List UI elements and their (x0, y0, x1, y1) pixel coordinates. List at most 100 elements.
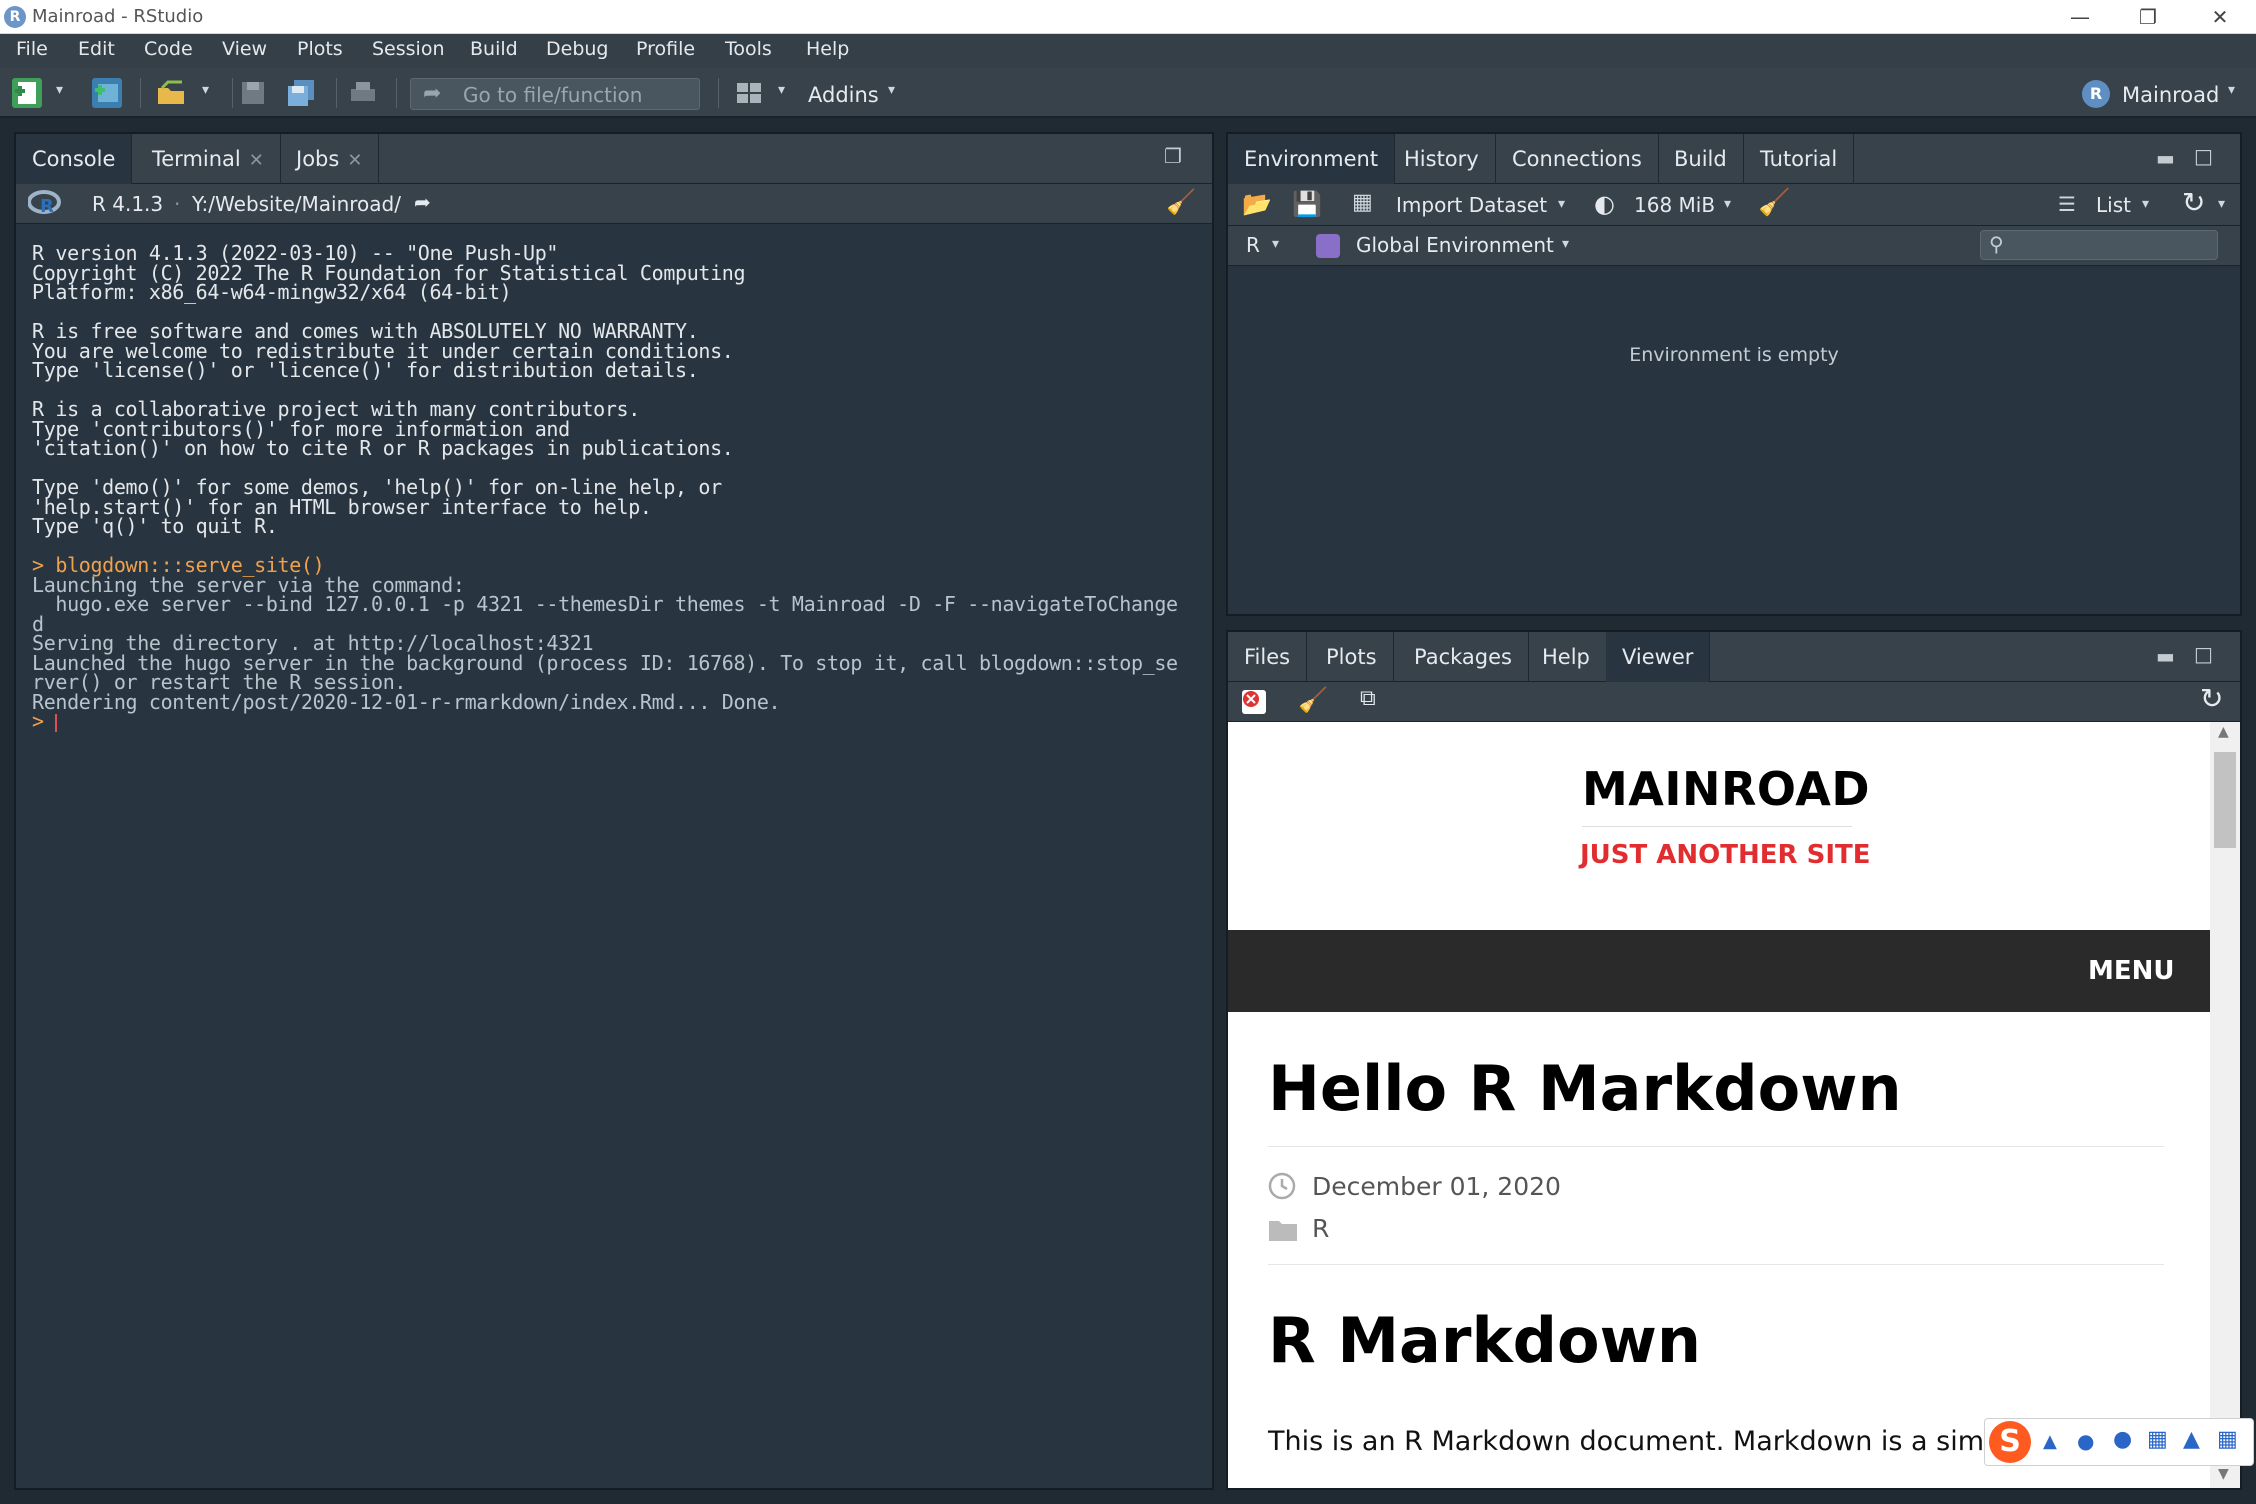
tab-jobs[interactable]: Jobs ✕ (280, 134, 380, 184)
tab-files[interactable]: Files (1228, 632, 1308, 682)
ime-lang-icon[interactable]: ▲ (2043, 1431, 2057, 1452)
minimize-button[interactable]: — (2050, 2, 2110, 32)
language-selector[interactable]: R (1246, 233, 1260, 257)
post-title: Hello R Markdown (1268, 1052, 1902, 1125)
console-output[interactable]: R version 4.1.3 (2022-03-10) -- "One Pus… (32, 243, 1232, 733)
menu-tools[interactable]: Tools (725, 38, 772, 60)
tab-viewer[interactable]: Viewer (1606, 632, 1711, 682)
menu-view[interactable]: View (222, 38, 267, 60)
list-view-toggle[interactable]: List (2096, 193, 2131, 217)
r-logo-icon: R (27, 190, 62, 217)
environment-search-input[interactable]: ⚲ (1980, 230, 2218, 260)
toolbar-separator (232, 78, 233, 108)
project-dropdown-icon[interactable]: ▾ (2228, 82, 2235, 98)
project-menu[interactable]: Mainroad (2122, 83, 2219, 107)
post-body-text: This is an R Markdown document. Markdown… (1268, 1426, 2026, 1457)
ime-logo-icon[interactable]: S (1989, 1421, 2031, 1463)
maximize-pane-icon[interactable]: □ (2194, 642, 2213, 666)
site-tagline: JUST ANOTHER SITE (1580, 840, 1871, 870)
scrollbar-thumb[interactable] (2214, 752, 2236, 848)
scroll-up-icon[interactable]: ▲ (2218, 724, 2229, 740)
show-in-window-icon[interactable]: ⧉ (1360, 686, 1376, 711)
open-file-icon[interactable] (156, 78, 186, 108)
viewer-scrollbar[interactable]: ▲ ▼ (2210, 722, 2240, 1488)
menu-session[interactable]: Session (372, 38, 445, 60)
refresh-icon[interactable]: ↻ (2182, 186, 2205, 219)
menu-plots[interactable]: Plots (297, 38, 343, 60)
menu-file[interactable]: File (16, 38, 48, 60)
list-dropdown-icon[interactable]: ▾ (2142, 196, 2149, 212)
save-workspace-icon[interactable]: 💾 (1292, 190, 1322, 218)
menu-help[interactable]: Help (806, 38, 849, 60)
new-file-dropdown-icon[interactable]: ▾ (56, 82, 63, 98)
workspace-panes-dropdown-icon[interactable]: ▾ (778, 82, 785, 98)
project-icon[interactable]: R (2082, 80, 2110, 108)
tab-connections[interactable]: Connections (1496, 134, 1659, 184)
import-dropdown-icon[interactable]: ▾ (1558, 196, 1565, 212)
stop-viewer-icon[interactable] (1242, 690, 1266, 714)
memory-dropdown-icon[interactable]: ▾ (1724, 196, 1731, 212)
language-dropdown-icon[interactable]: ▾ (1272, 236, 1279, 252)
tab-plots[interactable]: Plots (1310, 632, 1394, 682)
menu-bar: File Edit Code View Plots Session Build … (0, 34, 2256, 68)
clear-viewer-icon[interactable]: 🧹 (1298, 686, 1328, 714)
tab-console[interactable]: Console (16, 134, 133, 184)
tab-packages[interactable]: Packages (1398, 632, 1529, 682)
ime-punct-icon[interactable]: ● (2077, 1429, 2094, 1453)
files-viewer-pane: Files Plots Packages Help Viewer ▬ □ 🧹 ⧉… (1226, 630, 2242, 1490)
ime-menu-icon[interactable]: ▦ (2217, 1427, 2238, 1452)
environment-scope-selector[interactable]: Global Environment (1356, 233, 1554, 257)
tab-history[interactable]: History (1388, 134, 1496, 184)
tab-environment[interactable]: Environment (1228, 134, 1396, 184)
site-title[interactable]: MAINROAD (1582, 762, 1870, 816)
scope-dropdown-icon[interactable]: ▾ (1562, 236, 1569, 252)
save-all-icon[interactable] (286, 78, 316, 108)
main-toolbar: ▾ ▾ ➦ Go to file/function ▾ Addins ▾ R M… (0, 68, 2256, 118)
memory-usage-label[interactable]: 168 MiB (1634, 193, 1715, 217)
close-tab-icon[interactable]: ✕ (347, 150, 362, 171)
microphone-icon[interactable]: ● (2113, 1427, 2132, 1452)
environment-pane: Environment History Connections Build Tu… (1226, 132, 2242, 616)
save-icon[interactable] (238, 78, 268, 108)
print-icon[interactable] (348, 78, 378, 108)
new-file-icon[interactable] (12, 78, 42, 108)
post-category[interactable]: R (1312, 1214, 1329, 1243)
keyboard-icon[interactable]: ▦ (2147, 1427, 2168, 1452)
menu-profile[interactable]: Profile (636, 38, 695, 60)
working-directory: Y:/Website/Mainroad/ (192, 192, 401, 216)
menu-edit[interactable]: Edit (78, 38, 115, 60)
workspace-panes-icon[interactable] (734, 78, 764, 108)
close-tab-icon[interactable]: ✕ (249, 150, 264, 171)
load-workspace-icon[interactable]: 📂 (1242, 190, 1272, 218)
clear-console-icon[interactable]: 🧹 (1166, 188, 1196, 216)
tab-help[interactable]: Help (1526, 632, 1607, 682)
restore-button[interactable]: ❐ (2118, 2, 2178, 32)
menu-build[interactable]: Build (470, 38, 518, 60)
refresh-dropdown-icon[interactable]: ▾ (2218, 196, 2225, 212)
clear-environment-icon[interactable]: 🧹 (1758, 188, 1790, 218)
console-line: > (32, 709, 56, 733)
menu-code[interactable]: Code (144, 38, 193, 60)
minimize-pane-icon[interactable]: ▬ (2156, 146, 2175, 170)
window-title: Mainroad - RStudio (32, 6, 204, 27)
close-button[interactable]: ✕ (2190, 2, 2250, 32)
refresh-viewer-icon[interactable]: ↻ (2200, 682, 2223, 715)
go-to-directory-icon[interactable]: ➦ (414, 190, 431, 214)
addins-menu[interactable]: Addins (808, 83, 879, 107)
skin-icon[interactable]: ▲ (2183, 1427, 2200, 1452)
minimize-pane-icon[interactable]: ▬ (2156, 644, 2175, 668)
goto-placeholder: Go to file/function (463, 83, 643, 107)
maximize-pane-icon[interactable]: □ (2194, 144, 2213, 168)
goto-file-function-input[interactable]: ➦ Go to file/function (410, 78, 700, 110)
import-dataset-button[interactable]: Import Dataset (1396, 193, 1547, 217)
new-project-icon[interactable] (92, 78, 122, 108)
open-file-dropdown-icon[interactable]: ▾ (202, 82, 209, 98)
addins-dropdown-icon[interactable]: ▾ (888, 82, 895, 98)
maximize-pane-icon[interactable]: ❐ (1164, 144, 1182, 168)
scroll-down-icon[interactable]: ▼ (2218, 1466, 2229, 1482)
menu-debug[interactable]: Debug (546, 38, 608, 60)
tab-tutorial[interactable]: Tutorial (1744, 134, 1855, 184)
site-menu-button[interactable]: MENU (2088, 956, 2175, 986)
tab-build[interactable]: Build (1658, 134, 1744, 184)
tab-terminal[interactable]: Terminal ✕ (136, 134, 281, 184)
